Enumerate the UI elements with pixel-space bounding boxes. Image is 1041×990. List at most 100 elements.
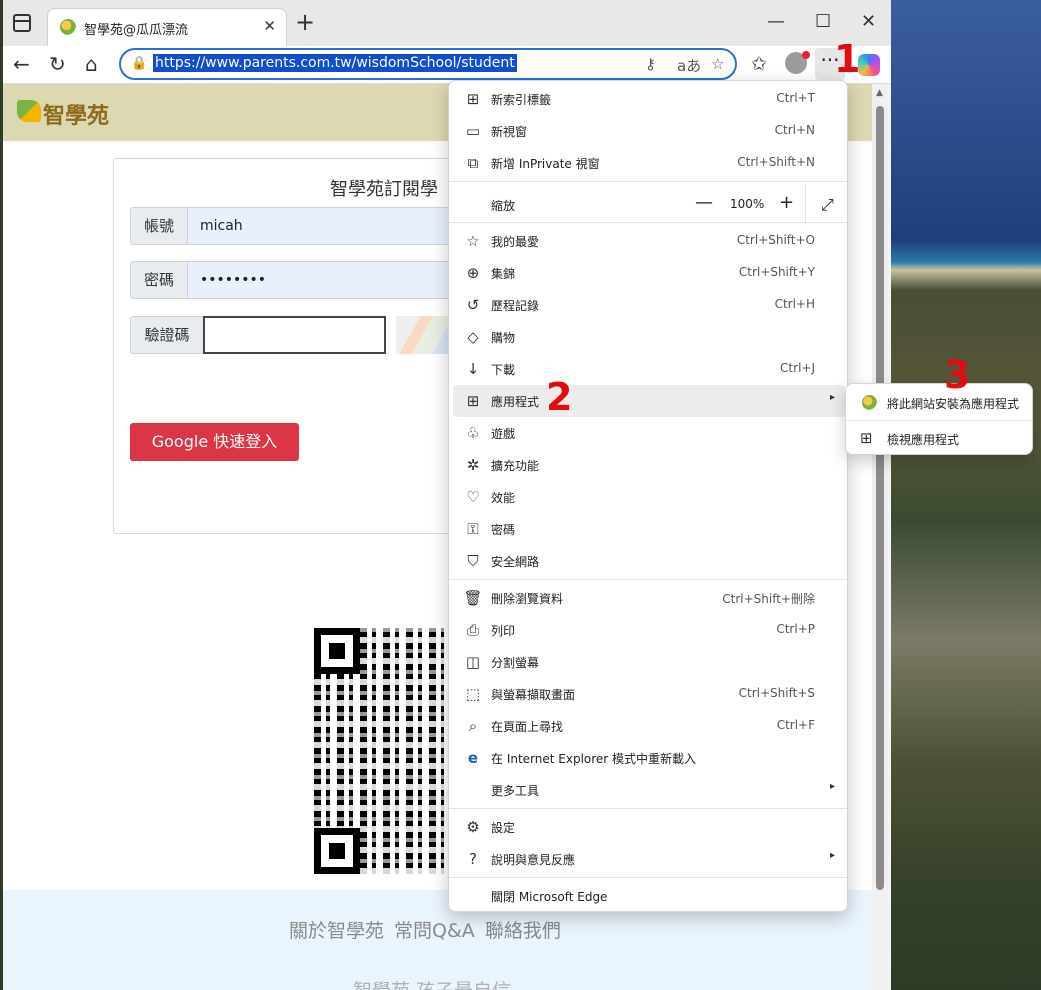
- zoom-value: 100%: [730, 197, 765, 211]
- menu-item-label: 說明與意見反應: [491, 853, 576, 867]
- tab-actions-icon[interactable]: [13, 14, 31, 32]
- menu-item-new-window[interactable]: ▭ 新視窗 Ctrl+N: [453, 115, 845, 147]
- active-tab[interactable]: 智學苑@瓜瓜漂流 ✕: [47, 8, 287, 46]
- submenu-arrow-icon: ▸: [829, 392, 835, 403]
- menu-item-shortcut: Ctrl+Shift+O: [736, 233, 815, 247]
- submenu-divider: [846, 420, 1032, 421]
- key-icon[interactable]: ⚷: [645, 55, 656, 73]
- menu-item-history[interactable]: ↺ 歷程記錄 Ctrl+H: [453, 289, 845, 321]
- home-icon[interactable]: ⌂: [85, 52, 98, 76]
- captcha-input[interactable]: [203, 316, 386, 354]
- back-arrow-icon[interactable]: ←: [13, 52, 30, 76]
- fullscreen-icon[interactable]: ⤢: [821, 195, 834, 215]
- close-window-button[interactable]: ✕: [861, 12, 876, 32]
- menu-item-shortcut: Ctrl+J: [780, 361, 815, 375]
- zoom-divider: [805, 185, 806, 225]
- address-bar[interactable]: 🔒 https://www.parents.com.tw/wisdomSchoo…: [119, 48, 737, 80]
- qr-finder-bottom-left: [314, 828, 360, 874]
- menu-divider: [449, 222, 847, 223]
- menu-item-label: 新增 InPrivate 視窗: [491, 157, 600, 171]
- find-icon: ⌕: [468, 717, 478, 735]
- annotation-step-1: 1: [834, 37, 861, 81]
- maximize-button[interactable]: ☐: [815, 12, 831, 32]
- menu-item-apps[interactable]: ⊞ 應用程式 ▸: [453, 385, 845, 417]
- new-tab-button[interactable]: +: [295, 10, 315, 34]
- menu-item-label: 分割螢幕: [491, 656, 540, 670]
- menu-item-shortcut: Ctrl+Shift+S: [738, 686, 815, 700]
- menu-item-split-screen[interactable]: ◫ 分割螢幕: [453, 646, 845, 678]
- menu-item-inprivate[interactable]: ⧉ 新增 InPrivate 視窗 Ctrl+Shift+N: [453, 147, 845, 179]
- menu-item-print[interactable]: ⎙ 列印 Ctrl+P: [453, 614, 845, 646]
- notification-dot: [802, 51, 810, 59]
- menu-item-shopping[interactable]: ◇ 購物: [453, 321, 845, 353]
- zoom-in-button[interactable]: +: [779, 194, 794, 212]
- zoom-out-button[interactable]: —: [695, 194, 713, 212]
- google-login-button[interactable]: Google 快速登入: [130, 423, 299, 461]
- menu-item-performance[interactable]: ♡ 效能: [453, 481, 845, 513]
- menu-item-label: 關閉 Microsoft Edge: [491, 890, 608, 904]
- tab-close-icon[interactable]: ✕: [263, 17, 276, 35]
- menu-item-settings[interactable]: ⚙ 設定: [453, 811, 845, 843]
- star-icon: ☆: [466, 232, 480, 250]
- tab-title: 智學苑@瓜瓜漂流: [84, 23, 189, 38]
- site-logo-icon[interactable]: [17, 100, 41, 122]
- view-apps[interactable]: ⊞ 檢視應用程式: [850, 422, 1030, 454]
- menu-item-more-tools[interactable]: 更多工具 ▸: [453, 774, 845, 806]
- menu-item-label: 新索引標籤: [491, 93, 552, 107]
- menu-item-find[interactable]: ⌕ 在頁面上尋找 Ctrl+F: [453, 710, 845, 742]
- menu-item-label: 列印: [491, 624, 516, 638]
- gear-icon: ⚙: [466, 818, 480, 836]
- menu-item-label: 集錦: [491, 267, 516, 281]
- scroll-up-icon[interactable]: ▲: [876, 88, 883, 98]
- footer-links[interactable]: 關於智學苑 常問Q&A 聯絡我們: [289, 916, 561, 943]
- menu-item-shortcut: Ctrl+Shift+Y: [738, 265, 815, 279]
- menu-item-shortcut: Ctrl+T: [776, 91, 815, 105]
- menu-item-label: 在頁面上尋找: [491, 720, 564, 734]
- extensions-icon: ✲: [466, 456, 480, 474]
- site-name[interactable]: 智學苑: [43, 98, 109, 130]
- menu-item-label: 擴充功能: [491, 459, 540, 473]
- menu-item-label: 密碼: [491, 523, 516, 537]
- apps-icon: ⊞: [860, 429, 873, 447]
- login-title: 智學苑訂閱學: [330, 179, 438, 200]
- refresh-icon[interactable]: ↻: [49, 52, 66, 76]
- games-icon: ♧: [466, 424, 480, 442]
- key-icon: ⚿: [467, 520, 479, 538]
- lock-icon[interactable]: 🔒: [131, 56, 147, 71]
- menu-item-downloads[interactable]: ↓ 下載 Ctrl+J: [453, 353, 845, 385]
- menu-item-label: 在 Internet Explorer 模式中重新載入: [491, 752, 697, 766]
- captcha-image[interactable]: [396, 316, 456, 354]
- site-favicon-icon: [60, 19, 76, 35]
- copilot-icon[interactable]: [858, 54, 880, 76]
- url-text[interactable]: https://www.parents.com.tw/wisdomSchool/…: [153, 54, 517, 72]
- menu-item-close-edge[interactable]: 關閉 Microsoft Edge: [453, 880, 845, 912]
- menu-item-help[interactable]: ? 說明與意見反應 ▸: [453, 843, 845, 875]
- menu-item-screenshot[interactable]: ⬚ 與螢幕擷取畫面 Ctrl+Shift+S: [453, 678, 845, 710]
- favorites-icon[interactable]: ✩: [751, 52, 767, 76]
- menu-item-label: 購物: [491, 331, 516, 345]
- menu-item-shortcut: Ctrl+N: [774, 123, 815, 137]
- menu-item-safe-browsing[interactable]: ⛉ 安全網路: [453, 545, 845, 577]
- install-site-as-app[interactable]: 將此網站安裝為應用程式: [850, 386, 1030, 418]
- menu-item-games[interactable]: ♧ 遊戲: [453, 417, 845, 449]
- performance-icon: ♡: [466, 488, 480, 506]
- annotation-step-3: 3: [944, 353, 971, 397]
- favorite-star-icon[interactable]: ☆: [711, 55, 724, 73]
- footer-slogan: 智學苑 孩子最自信: [353, 976, 511, 990]
- menu-item-shortcut: Ctrl+F: [776, 718, 815, 732]
- menu-item-collections[interactable]: ⊕ 集錦 Ctrl+Shift+Y: [453, 257, 845, 289]
- shield-icon: ⛉: [467, 552, 479, 570]
- menu-item-favorites[interactable]: ☆ 我的最愛 Ctrl+Shift+O: [453, 225, 845, 257]
- menu-item-clear-data[interactable]: 🗑 刪除瀏覽資料 Ctrl+Shift+刪除: [453, 582, 845, 614]
- scrollbar-thumb[interactable]: [876, 106, 884, 890]
- menu-item-new-tab[interactable]: ⊞ 新索引標籤 Ctrl+T: [453, 83, 845, 115]
- minimize-button[interactable]: —: [767, 12, 785, 32]
- submenu-arrow-icon: ▸: [829, 850, 835, 861]
- menu-item-label: 設定: [491, 821, 516, 835]
- menu-item-ie-mode[interactable]: e 在 Internet Explorer 模式中重新載入: [453, 742, 845, 774]
- menu-item-label: 下載: [491, 363, 516, 377]
- download-icon: ↓: [466, 360, 480, 378]
- menu-item-passwords[interactable]: ⚿ 密碼: [453, 513, 845, 545]
- menu-item-extensions[interactable]: ✲ 擴充功能: [453, 449, 845, 481]
- read-aloud-icon[interactable]: aあ: [677, 55, 701, 76]
